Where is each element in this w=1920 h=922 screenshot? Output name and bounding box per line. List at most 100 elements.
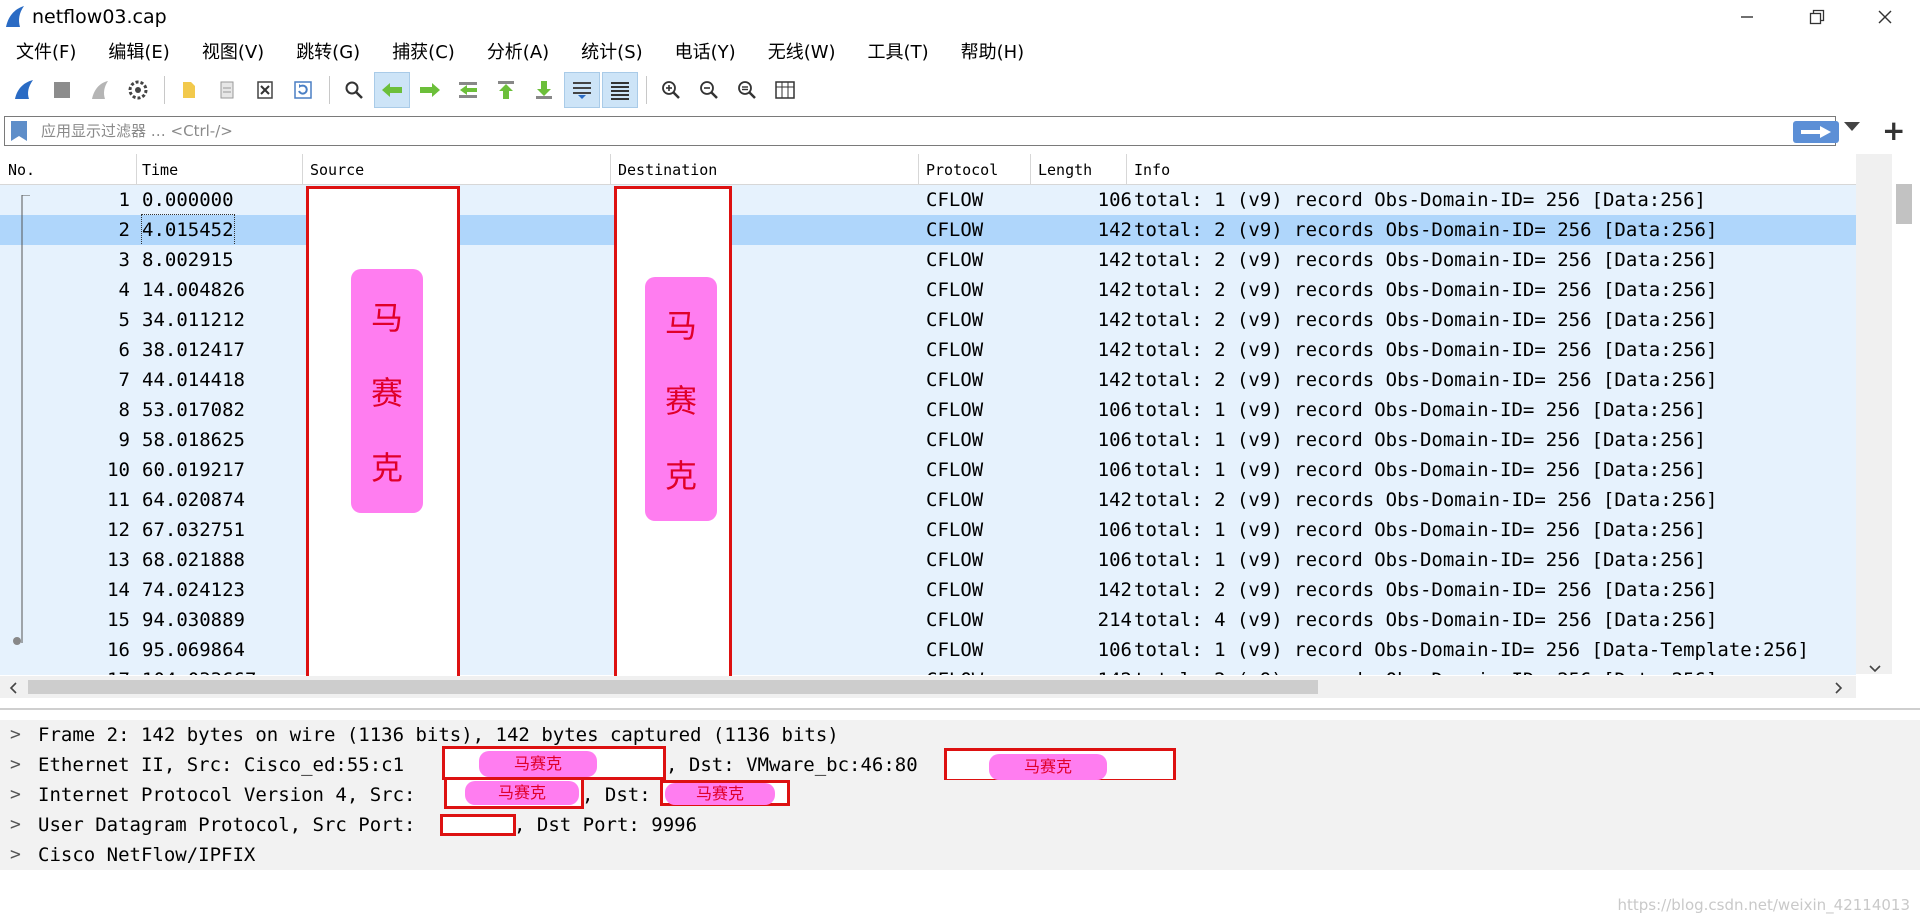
- menu-statistics[interactable]: 统计(S): [565, 38, 658, 64]
- table-row[interactable]: 11 64.020874 CFLOW 142 total: 2 (v9) records…: [0, 485, 1856, 515]
- cell-no: 16: [107, 639, 130, 661]
- apply-filter-button[interactable]: [1793, 121, 1839, 143]
- table-row[interactable]: 5 34.011212 CFLOW 142 total: 2 (v9) records …: [0, 305, 1856, 335]
- auto-scroll-button[interactable]: [564, 72, 600, 108]
- table-row[interactable]: 14 74.024123 CFLOW 142 total: 2 (v9) records…: [0, 575, 1856, 605]
- scroll-left-icon[interactable]: [8, 681, 18, 695]
- table-row[interactable]: 16 95.069864 CFLOW 106 total: 1 (v9) record …: [0, 635, 1856, 665]
- detail-row-ethernet[interactable]: > Ethernet II, Src: Cisco_ed:55:c1 , Dst…: [0, 746, 1920, 782]
- last-packet-button[interactable]: [526, 72, 562, 108]
- menu-go[interactable]: 跳转(G): [280, 38, 376, 64]
- cell-protocol: CFLOW: [926, 339, 984, 361]
- menu-file[interactable]: 文件(F): [0, 38, 92, 64]
- table-row[interactable]: 6 38.012417 CFLOW 142 total: 2 (v9) records …: [0, 335, 1856, 365]
- filter-history-dropdown[interactable]: [1844, 122, 1860, 131]
- menu-telephony[interactable]: 电话(Y): [659, 38, 752, 64]
- cell-length: 142: [1097, 309, 1132, 331]
- table-row[interactable]: 7 44.014418 CFLOW 142 total: 2 (v9) records …: [0, 365, 1856, 395]
- chevron-right-icon[interactable]: >: [10, 780, 21, 810]
- vertical-scrollbar[interactable]: [1856, 154, 1892, 674]
- detail-row-ipv4[interactable]: > Internet Protocol Version 4, Src: , Ds…: [0, 777, 1920, 810]
- menu-help[interactable]: 帮助(H): [945, 38, 1041, 64]
- chevron-right-icon[interactable]: >: [10, 720, 21, 750]
- detail-row-netflow[interactable]: > Cisco NetFlow/IPFIX: [0, 840, 1920, 870]
- chevron-right-icon[interactable]: >: [10, 810, 21, 840]
- cell-time: 74.024123: [142, 579, 245, 601]
- gear-icon: [128, 80, 148, 100]
- stop-capture-button[interactable]: [44, 72, 80, 108]
- menu-analyze[interactable]: 分析(A): [471, 38, 565, 64]
- resize-columns-button[interactable]: [767, 72, 803, 108]
- first-packet-button[interactable]: [488, 72, 524, 108]
- table-row-selected[interactable]: 2 4.015452 CFLOW 142 total: 2 (v9) records O…: [0, 214, 1856, 246]
- cell-length: 142: [1097, 579, 1132, 601]
- restore-button[interactable]: [1782, 0, 1852, 34]
- column-divider[interactable]: [1126, 154, 1127, 184]
- display-filter-input[interactable]: [41, 119, 1421, 143]
- find-packet-button[interactable]: [336, 72, 372, 108]
- column-divider[interactable]: [918, 154, 919, 184]
- table-row[interactable]: 17 104.033667 CFLOW 142total: 2 (v9) record…: [0, 665, 1856, 675]
- close-window-button[interactable]: [1850, 0, 1920, 34]
- redaction-char: 赛: [370, 373, 403, 412]
- add-filter-button[interactable]: +: [1882, 114, 1905, 147]
- go-to-packet-button[interactable]: [450, 72, 486, 108]
- table-row[interactable]: 8 53.017082 CFLOW 106 total: 1 (v9) record O…: [0, 395, 1856, 425]
- cell-protocol: CFLOW: [926, 459, 984, 481]
- menu-wireless[interactable]: 无线(W): [752, 38, 852, 64]
- table-row[interactable]: 13 68.021888 CFLOW 106 total: 1 (v9) record …: [0, 545, 1856, 575]
- detail-row-frame[interactable]: > Frame 2: 142 bytes on wire (1136 bits)…: [0, 720, 1920, 750]
- menu-tools[interactable]: 工具(T): [852, 38, 945, 64]
- horizontal-scrollbar[interactable]: [0, 676, 1856, 698]
- menu-view[interactable]: 视图(V): [186, 38, 280, 64]
- table-row[interactable]: 3 8.002915 CFLOW 142 total: 2 (v9) records O…: [0, 245, 1856, 275]
- chevron-right-icon[interactable]: >: [10, 840, 21, 870]
- column-header-no[interactable]: No.: [8, 161, 35, 179]
- scroll-down-icon[interactable]: [1868, 664, 1882, 674]
- cell-info: total: 2 (v9) records Obs-Domain-ID= 256…: [1134, 489, 1718, 511]
- table-row[interactable]: 10 60.019217 CFLOW 106 total: 1 (v9) record …: [0, 455, 1856, 485]
- column-divider[interactable]: [302, 154, 303, 184]
- horizontal-scroll-thumb[interactable]: [28, 680, 1318, 694]
- chevron-right-icon[interactable]: >: [10, 750, 21, 780]
- zoom-in-button[interactable]: [653, 72, 689, 108]
- table-row[interactable]: 4 14.004826 CFLOW 142 total: 2 (v9) records …: [0, 275, 1856, 305]
- column-header-time[interactable]: Time: [142, 161, 178, 179]
- cell-length: 106: [1097, 189, 1132, 211]
- close-file-button[interactable]: [247, 72, 283, 108]
- column-header-info[interactable]: Info: [1134, 161, 1170, 179]
- go-back-button[interactable]: [374, 72, 410, 108]
- menu-edit[interactable]: 编辑(E): [92, 38, 185, 64]
- table-row[interactable]: 12 67.032751 CFLOW 106 total: 1 (v9) record …: [0, 515, 1856, 545]
- column-header-length[interactable]: Length: [1038, 161, 1092, 179]
- scroll-right-icon[interactable]: [1834, 681, 1844, 695]
- detail-row-udp[interactable]: > User Datagram Protocol, Src Port: , Ds…: [0, 810, 1920, 840]
- reload-file-button[interactable]: [285, 72, 321, 108]
- column-header-protocol[interactable]: Protocol: [926, 161, 998, 179]
- open-file-button[interactable]: [171, 72, 207, 108]
- start-capture-button[interactable]: [6, 72, 42, 108]
- column-divider[interactable]: [1030, 154, 1031, 184]
- normal-size-button[interactable]: [729, 72, 765, 108]
- column-divider[interactable]: [136, 154, 137, 184]
- column-divider[interactable]: [610, 154, 611, 184]
- zoom-in-icon: [662, 81, 680, 99]
- colorize-button[interactable]: [602, 72, 638, 108]
- menu-capture[interactable]: 捕获(C): [376, 38, 471, 64]
- cell-time: 53.017082: [142, 399, 245, 421]
- zoom-out-icon: [700, 81, 718, 99]
- table-row[interactable]: 15 94.030889 CFLOW 214 total: 4 (v9) records…: [0, 605, 1856, 635]
- bookmark-icon[interactable]: [11, 121, 27, 141]
- column-header-destination[interactable]: Destination: [618, 161, 717, 179]
- capture-options-button[interactable]: [120, 72, 156, 108]
- vertical-scroll-thumb[interactable]: [1896, 184, 1912, 224]
- redaction-label: 马 赛 克: [351, 269, 423, 513]
- save-file-button[interactable]: [209, 72, 245, 108]
- table-row[interactable]: 9 58.018625 CFLOW 106 total: 1 (v9) record O…: [0, 425, 1856, 455]
- zoom-out-button[interactable]: [691, 72, 727, 108]
- minimize-button[interactable]: [1712, 0, 1782, 34]
- restart-capture-button[interactable]: [82, 72, 118, 108]
- go-forward-button[interactable]: [412, 72, 448, 108]
- table-row[interactable]: 1 0.000000 CFLOW 106 total: 1 (v9) record Ob…: [0, 185, 1856, 215]
- column-header-source[interactable]: Source: [310, 161, 364, 179]
